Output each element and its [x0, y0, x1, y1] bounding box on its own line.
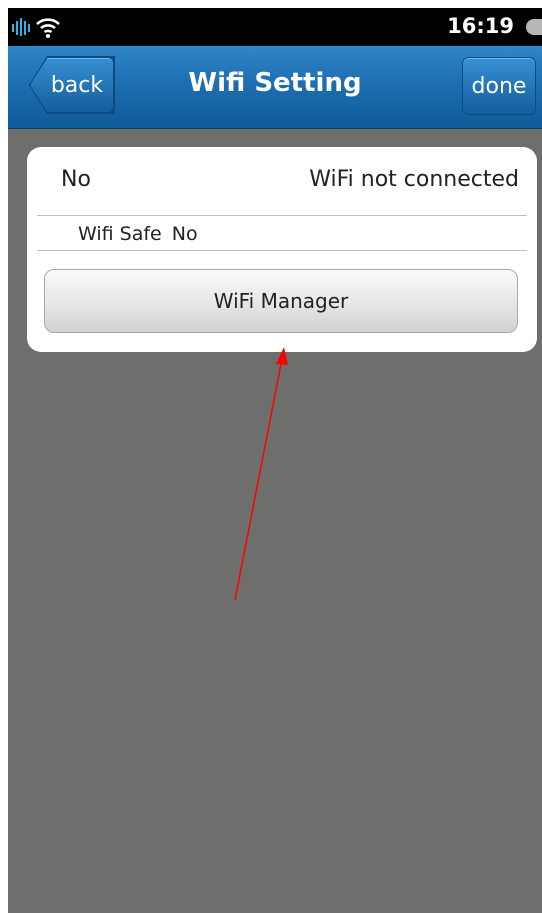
done-button[interactable]: done [462, 57, 536, 115]
wifi-safe-label: Wifi Safe [78, 223, 162, 245]
divider [37, 250, 527, 251]
app-screen: 16:19 back Wifi Setting done No WiFi not… [8, 8, 542, 913]
battery-icon [526, 19, 542, 35]
wifi-status-card: No WiFi not connected Wifi Safe No WiFi M… [27, 147, 537, 352]
status-time: 16:19 [447, 14, 514, 38]
status-bar: 16:19 [8, 8, 542, 46]
connection-value: No [61, 167, 91, 192]
annotation-arrow [234, 347, 288, 601]
wifi-safe-value: No [171, 223, 198, 245]
wifi-manager-button[interactable]: WiFi Manager [44, 269, 518, 333]
connection-row: No WiFi not connected [27, 147, 537, 215]
divider [37, 215, 527, 216]
connection-status-text: WiFi not connected [309, 167, 519, 192]
signal-icon [12, 18, 30, 36]
title-bar: back Wifi Setting done [8, 46, 542, 129]
wifi-safe-row: Wifi Safe No [78, 223, 208, 245]
wifi-icon [36, 18, 60, 38]
